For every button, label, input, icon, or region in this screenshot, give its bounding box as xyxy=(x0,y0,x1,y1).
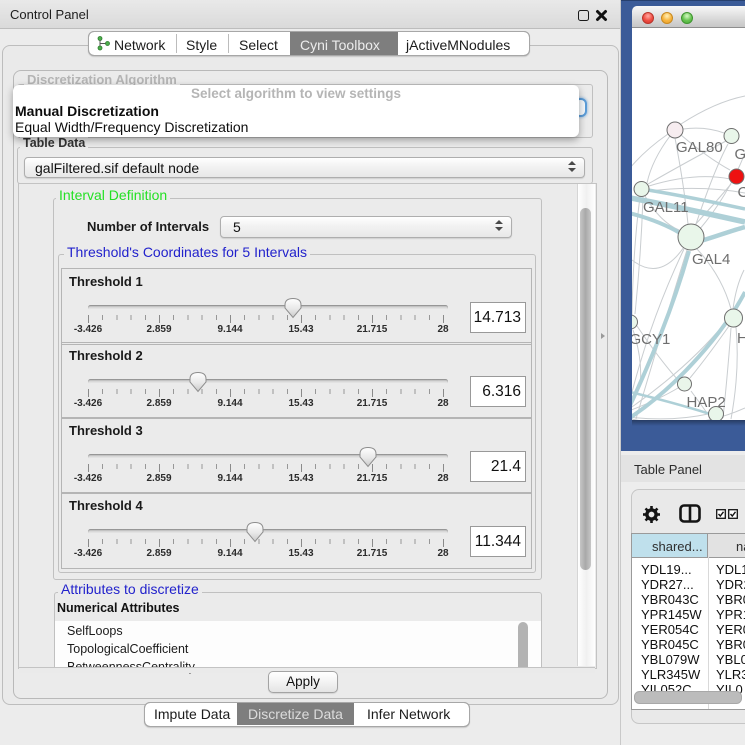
svg-text:GAL11: GAL11 xyxy=(643,199,689,216)
svg-text:GAL80: GAL80 xyxy=(676,139,723,156)
svg-text:HAP2: HAP2 xyxy=(687,394,726,411)
svg-text:HI: HI xyxy=(737,330,745,347)
svg-text:CY: CY xyxy=(738,184,745,201)
svg-text:GA: GA xyxy=(735,146,745,163)
svg-text:GAL4: GAL4 xyxy=(692,251,730,268)
svg-text:GCY1: GCY1 xyxy=(632,331,670,348)
